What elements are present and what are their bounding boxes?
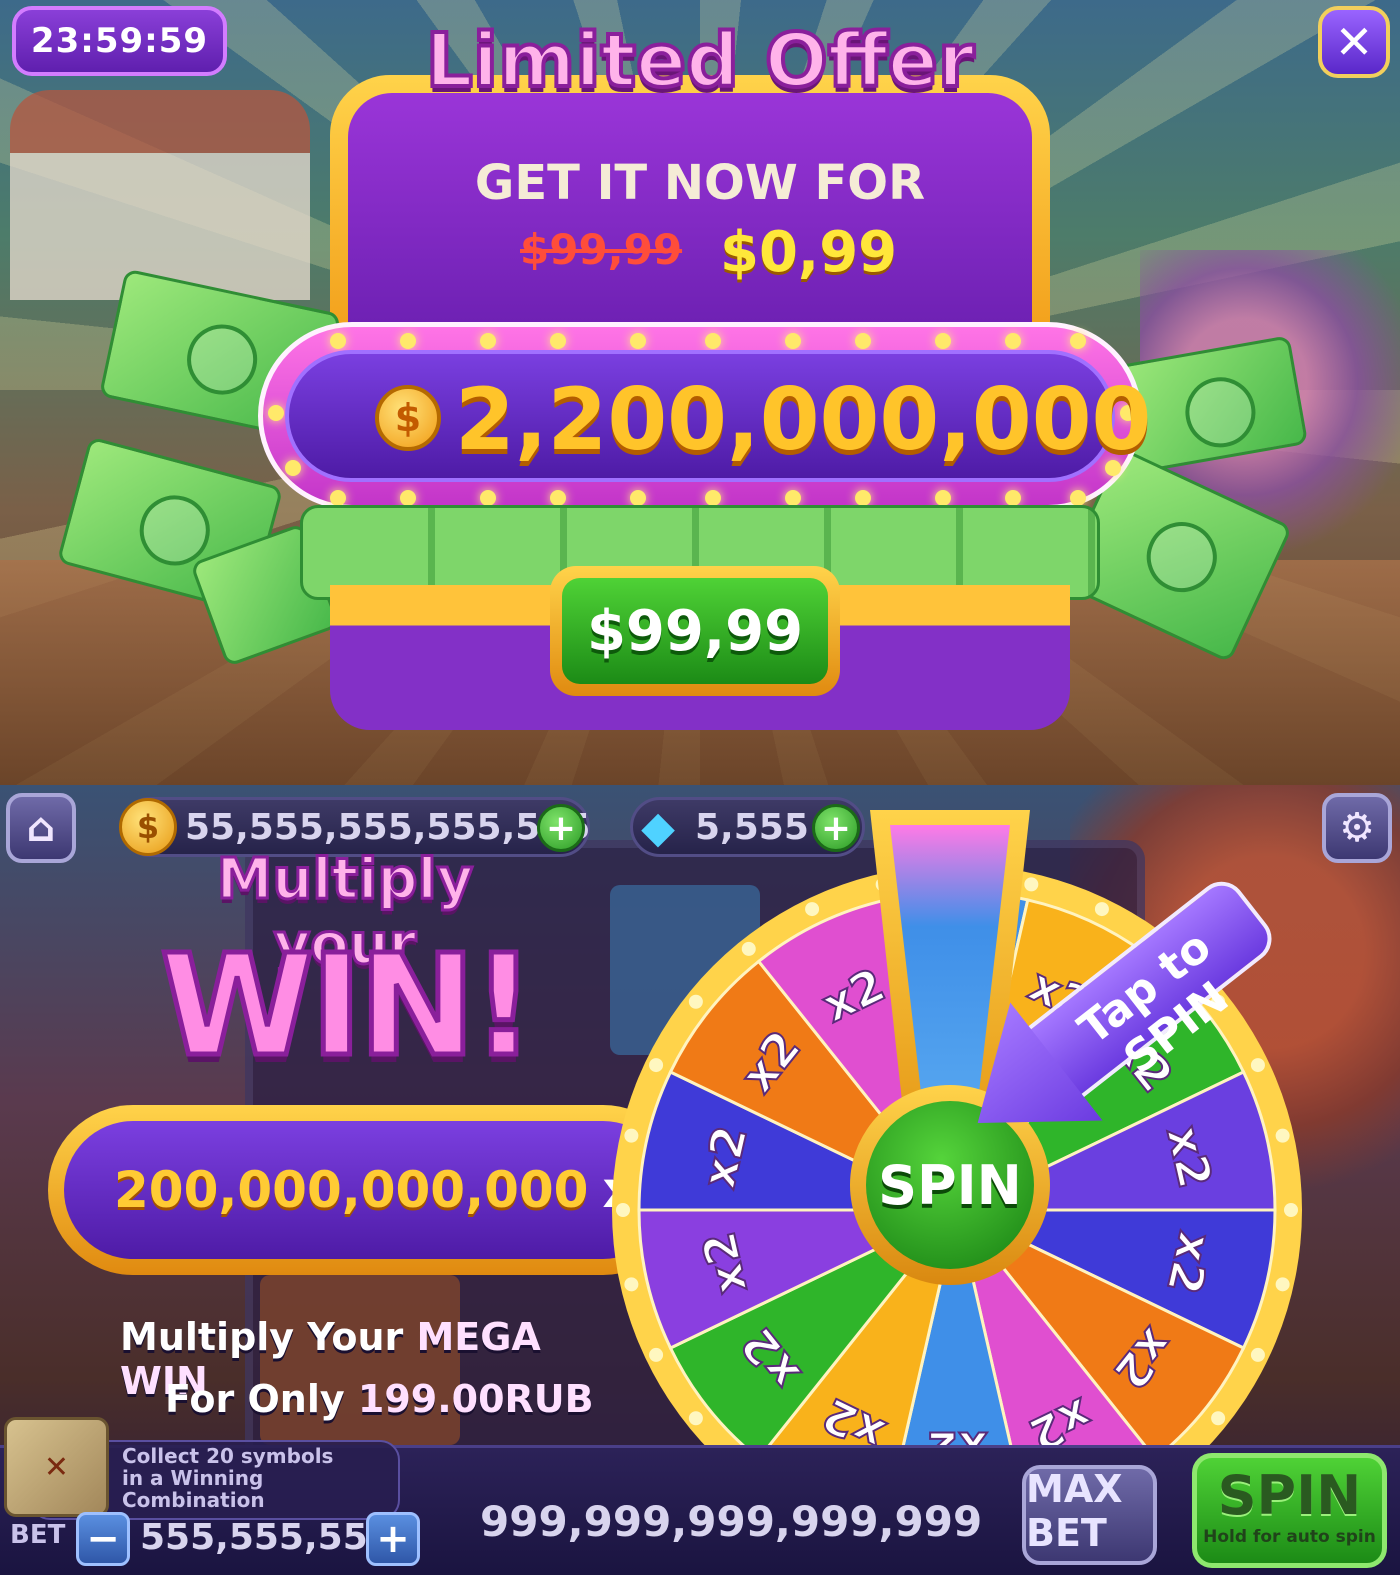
marquee-bulb	[935, 333, 951, 349]
marquee-bulb	[330, 333, 346, 349]
offer-timer: 23:59:59	[12, 6, 227, 76]
home-button[interactable]: ⌂	[6, 793, 76, 863]
spin-button[interactable]: SPIN Hold for auto spin	[1192, 1453, 1387, 1568]
spin-button-label: SPIN	[1217, 1464, 1362, 1527]
marquee-bulb	[1005, 333, 1021, 349]
bet-value: 555,555,555	[140, 1517, 393, 1558]
spin-button-sub: Hold for auto spin	[1203, 1527, 1376, 1547]
marquee-bulb	[705, 333, 721, 349]
diamond-icon: ◆	[641, 801, 675, 853]
offer-headline: GET IT NOW FOR	[474, 155, 926, 211]
marquee-bulb	[855, 333, 871, 349]
scroll-icon[interactable]: ✕	[4, 1417, 109, 1517]
offer-title: Limited Offer	[424, 16, 977, 106]
wheel-rim-bulb	[1250, 1058, 1265, 1073]
marquee-bulb	[1070, 333, 1086, 349]
wheel-rim-bulb	[624, 1277, 639, 1292]
wheel-rim-bulb	[1284, 1203, 1298, 1217]
settings-button[interactable]: ⚙	[1322, 793, 1392, 863]
buy-button-label: $99,99	[562, 578, 828, 684]
offer-amount: 2,200,000,000	[455, 370, 1152, 470]
mission-text: Collect 20 symbols in a Winning Combinat…	[122, 1444, 334, 1512]
wheel-rim-bulb	[616, 1203, 630, 1217]
marquee-bulb	[785, 333, 801, 349]
marquee-bulb	[480, 333, 496, 349]
wheel-rim-bulb	[649, 1058, 664, 1073]
wheel-rim-bulb	[741, 941, 756, 956]
win-title: WIN!	[158, 923, 539, 1091]
wheel-rim-bulb	[805, 902, 820, 917]
wheel-rim-bulb	[1024, 877, 1039, 892]
bet-increase-button[interactable]: +	[366, 1512, 420, 1566]
bet-decrease-button[interactable]: −	[76, 1512, 130, 1566]
win-amount-panel: 200,000,000,000 x?	[48, 1105, 688, 1275]
new-price: $0,99	[720, 220, 898, 285]
coins-balance-value: 55,555,555,555,555	[185, 806, 591, 848]
wheel-rim-bulb	[1250, 1347, 1265, 1362]
gems-balance-value: 5,555	[695, 806, 809, 848]
background-gazebo	[10, 90, 310, 300]
gems-balance: ◆ 5,555 +	[630, 797, 865, 857]
marquee-bulb	[285, 460, 301, 476]
old-price: $99,99	[520, 225, 683, 274]
wheel-rim-bulb	[1275, 1128, 1290, 1143]
wheel-rim-bulb	[649, 1347, 664, 1362]
max-bet-button[interactable]: MAX BET	[1022, 1465, 1157, 1565]
bet-label: BET	[10, 1520, 66, 1550]
wheel-rim-bulb	[1275, 1277, 1290, 1292]
marquee-bulb	[935, 490, 951, 506]
marquee-bulb	[855, 490, 871, 506]
marquee-bulb	[630, 333, 646, 349]
wheel-rim-bulb	[624, 1128, 639, 1143]
marquee-bulb	[1005, 490, 1021, 506]
wheel-rim-bulb	[1211, 1411, 1226, 1426]
wheel-rim-bulb	[688, 994, 703, 1009]
buy-button[interactable]: $99,99	[550, 566, 840, 696]
marquee-bulb	[330, 490, 346, 506]
marquee-bulb	[630, 490, 646, 506]
win-amount: 200,000,000,000	[114, 1161, 589, 1219]
limited-offer-panel: 23:59:59 ✕ Limited Offer GET IT NOW FOR …	[0, 0, 1400, 785]
marquee-bulb	[705, 490, 721, 506]
marquee-bulb	[400, 333, 416, 349]
marquee-bulb	[268, 405, 284, 421]
marquee-bulb	[550, 333, 566, 349]
promo-line-2: For Only 199.00RUB	[165, 1377, 594, 1421]
close-button[interactable]: ✕	[1318, 6, 1390, 78]
multiply-win-panel: ⌂ ⚙ $ 55,555,555,555,555 + ◆ 5,555 + Mul…	[0, 785, 1400, 1575]
win-display: 999,999,999,999,999	[480, 1497, 983, 1546]
marquee-bulb	[1070, 490, 1086, 506]
marquee-bulb	[785, 490, 801, 506]
marquee-bulb	[400, 490, 416, 506]
add-gems-button[interactable]: +	[812, 804, 860, 852]
coin-icon: $	[375, 385, 441, 451]
add-coins-button[interactable]: +	[537, 804, 585, 852]
marquee-bulb	[550, 490, 566, 506]
marquee-bulb	[480, 490, 496, 506]
wheel-rim-bulb	[688, 1411, 703, 1426]
